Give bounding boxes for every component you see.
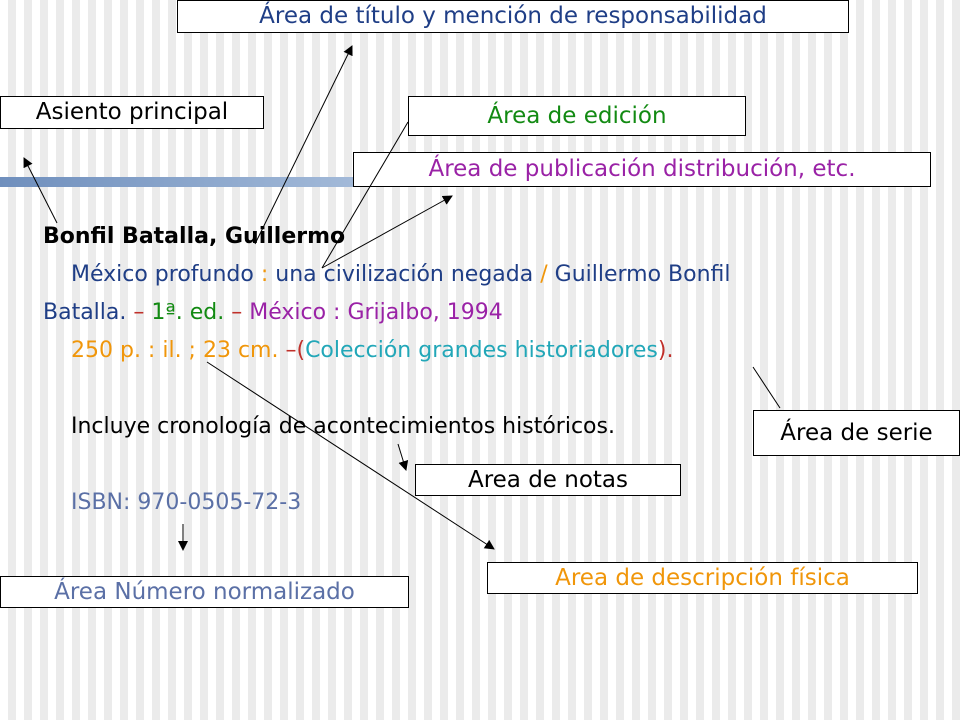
connector-series-area xyxy=(752,366,781,409)
connector-edition-area xyxy=(321,121,409,269)
arrow-notes-area xyxy=(397,443,409,471)
arrow-main-entry xyxy=(23,157,58,224)
arrow-physical-description xyxy=(206,361,495,550)
arrow-title-area xyxy=(254,45,353,245)
arrows-layer xyxy=(23,45,781,551)
arrow-publication-area xyxy=(321,195,453,269)
